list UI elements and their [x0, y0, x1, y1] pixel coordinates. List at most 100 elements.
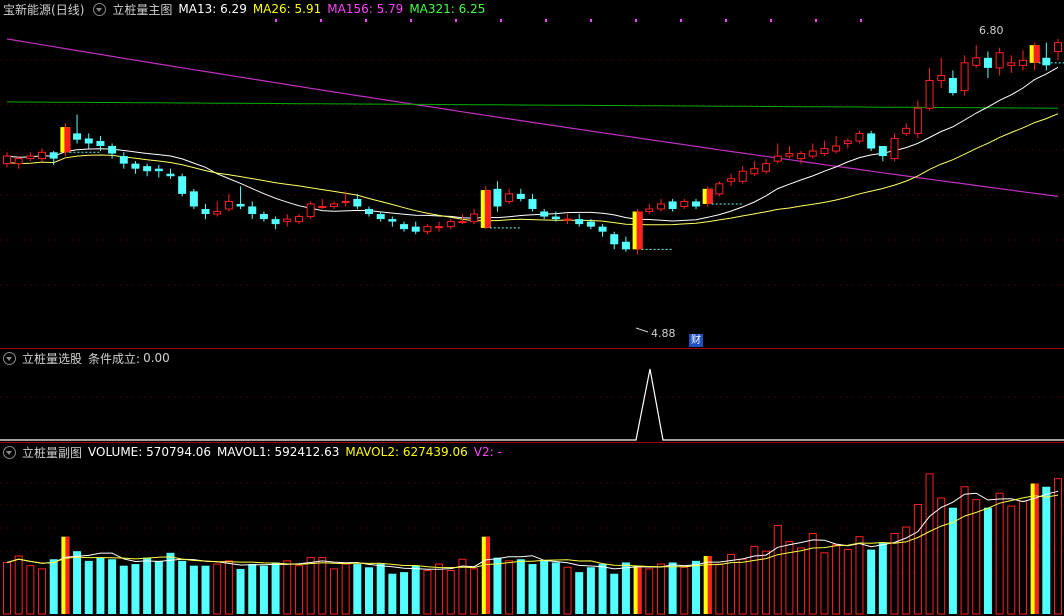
candle-body	[773, 155, 782, 162]
condition-value: 0.00	[143, 351, 170, 365]
ma13-readout: MA13: 6.29	[178, 2, 247, 16]
candle-body	[797, 153, 806, 160]
tick-mark	[455, 19, 457, 22]
volume-bar	[131, 564, 140, 614]
candle-body	[983, 57, 992, 68]
volume-bar	[485, 536, 490, 614]
volume-bar	[645, 568, 654, 615]
select-title[interactable]: 立桩量选股	[22, 350, 82, 367]
candle-body	[540, 211, 549, 217]
candle-body	[458, 221, 467, 224]
volume-bar	[306, 557, 315, 615]
dropdown-circle-icon[interactable]	[3, 445, 16, 459]
volume-bar	[878, 543, 887, 614]
dropdown-circle-icon[interactable]	[3, 351, 16, 365]
volume-readout: VOLUME: 570794.06	[88, 445, 212, 459]
candle-body	[855, 132, 864, 142]
volume-bar	[586, 567, 595, 614]
candle-body	[621, 241, 630, 250]
tick-mark	[815, 19, 817, 22]
candle-body	[493, 188, 502, 207]
volume-bar	[96, 557, 105, 614]
volume-bar	[143, 557, 152, 614]
volume-bar	[388, 573, 397, 614]
candle-body	[14, 158, 23, 165]
volume-panel[interactable]: 立桩量副图 VOLUME: 570794.06 MAVOL1: 592412.6…	[0, 443, 1064, 616]
candle-body	[715, 183, 724, 195]
volume-bar	[493, 557, 502, 614]
volume-bar	[832, 544, 841, 615]
volume-bar	[972, 499, 981, 615]
candle-body	[131, 163, 140, 169]
volume-bar	[353, 564, 362, 614]
volume-bar	[65, 536, 70, 614]
stock-name: 宝新能源	[3, 2, 52, 17]
volume-bar	[983, 507, 992, 614]
candle-body	[446, 221, 455, 228]
signal-candle-body	[1033, 45, 1040, 63]
volume-title[interactable]: 立桩量副图	[22, 444, 82, 461]
candle-body	[528, 198, 537, 209]
volume-bar	[435, 563, 444, 615]
candle-body	[108, 146, 117, 154]
main-chart-svg[interactable]	[0, 0, 1064, 348]
volume-bar	[738, 558, 747, 615]
candle-body	[38, 151, 47, 160]
candle-body	[750, 168, 759, 175]
tick-mark	[365, 19, 367, 22]
volume-bar	[610, 573, 619, 614]
candle-body	[248, 206, 257, 215]
volume-bar	[691, 560, 700, 614]
candle-body	[960, 62, 969, 92]
candle-body	[843, 140, 852, 144]
candle-body	[84, 138, 93, 144]
candle-body	[727, 178, 736, 182]
volume-bar	[621, 562, 630, 614]
candle-body	[306, 203, 315, 218]
candle-body	[400, 224, 409, 230]
volume-chart-svg[interactable]	[0, 443, 1064, 616]
main-chart-panel[interactable]: 宝新能源 (日线) 立桩量主图 MA13: 6.29 MA26: 5.91 MA…	[0, 0, 1064, 349]
volume-bar	[797, 547, 806, 615]
candle-body	[341, 200, 350, 203]
candle-body	[902, 127, 911, 134]
candle-body	[143, 166, 152, 172]
volume-bar	[189, 565, 198, 614]
volume-bar	[925, 473, 934, 615]
candle-body	[516, 193, 525, 199]
tick-mark	[410, 19, 412, 22]
finance-badge[interactable]: 财	[689, 334, 703, 347]
candle-body	[762, 163, 771, 172]
mavol1-readout: MAVOL1: 592412.63	[217, 445, 340, 459]
candle-body	[365, 209, 374, 215]
period-label: (日线)	[51, 2, 85, 17]
volume-bar	[329, 568, 338, 615]
mavol2-line	[6, 494, 1059, 569]
candle-body	[213, 211, 222, 215]
volume-bar	[38, 568, 47, 615]
candle-body	[154, 168, 163, 172]
tick-mark	[635, 19, 637, 22]
tick-mark	[590, 19, 592, 22]
volume-bar	[213, 563, 222, 615]
volume-bar	[808, 532, 817, 615]
low-price-pointer	[635, 327, 649, 333]
volume-bar	[960, 486, 969, 615]
candle-body	[995, 52, 1004, 69]
volume-bar	[3, 561, 11, 615]
candle-body	[119, 156, 128, 164]
candle-body	[668, 201, 677, 209]
volume-bar	[248, 564, 257, 614]
volume-bar	[637, 565, 642, 614]
candle-body	[505, 193, 514, 202]
candle-body	[586, 221, 595, 227]
candle-body	[1042, 57, 1051, 66]
candle-body	[551, 216, 560, 220]
dropdown-circle-icon[interactable]	[93, 2, 107, 16]
indicator-title[interactable]: 立桩量主图	[112, 1, 172, 18]
tick-mark	[860, 19, 862, 22]
volume-bar	[995, 492, 1004, 615]
volume-bar	[400, 572, 409, 614]
volume-bar	[108, 559, 117, 614]
select-panel[interactable]: 立桩量选股 条件成立: 0.00	[0, 349, 1064, 443]
